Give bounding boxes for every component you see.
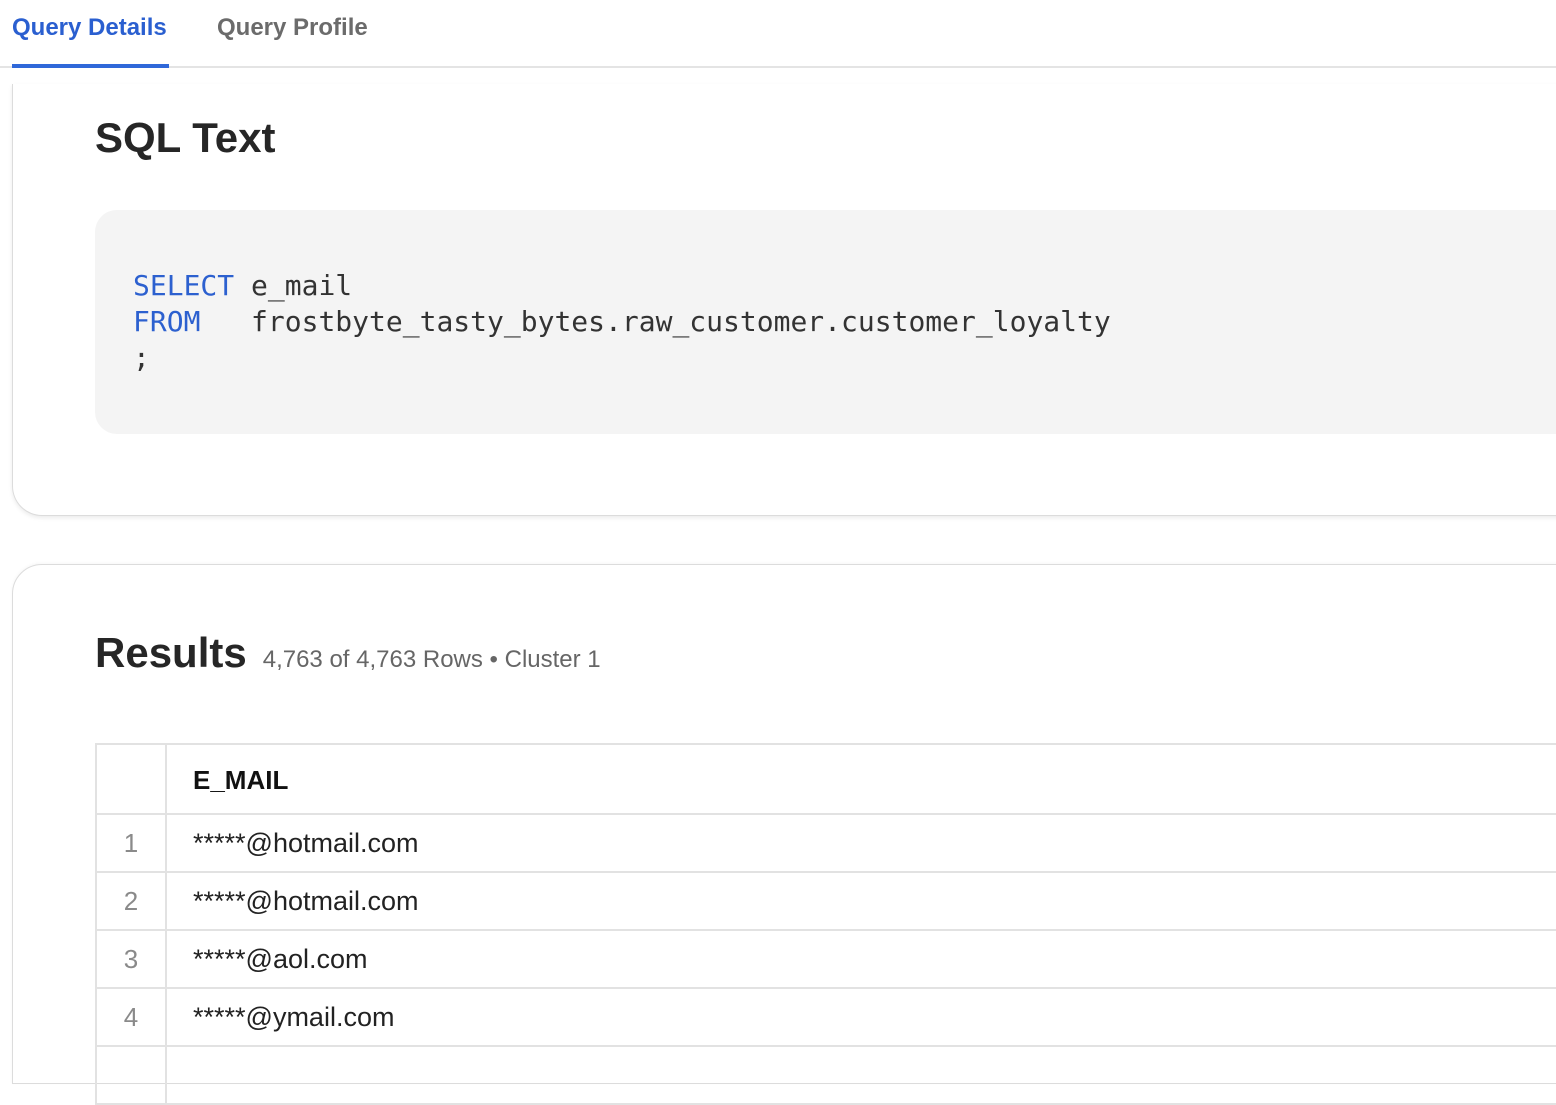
cell-e-mail[interactable]: *****@ymail.com xyxy=(193,989,394,1045)
row-index: 1 xyxy=(97,815,167,871)
sql-code-text: ; xyxy=(133,341,150,374)
results-row-count: 4,763 of 4,763 Rows • Cluster 1 xyxy=(262,646,601,673)
row-index: 4 xyxy=(97,989,167,1045)
tab-query-details[interactable]: Query Details xyxy=(12,0,169,68)
row-index: 2 xyxy=(97,873,167,929)
row-index: 3 xyxy=(97,931,167,987)
results-table: E_MAIL 1 *****@hotmail.com 2 *****@hotma… xyxy=(95,743,1556,1105)
row-index-header xyxy=(97,745,167,813)
cell-e-mail[interactable]: *****@aol.com xyxy=(193,931,368,987)
tab-bar: Query Details Query Profile xyxy=(0,0,1556,68)
sql-text-title: SQL Text xyxy=(95,114,276,161)
results-card: Results 4,763 of 4,763 Rows • Cluster 1 … xyxy=(12,564,1556,1105)
table-row[interactable] xyxy=(97,1047,1556,1105)
table-row[interactable]: 4 *****@ymail.com xyxy=(97,989,1556,1047)
sql-code-text: e_mail xyxy=(234,269,353,302)
column-header-e-mail[interactable]: E_MAIL xyxy=(193,745,288,813)
sql-code-block[interactable]: SELECT e_mail FROM frostbyte_tasty_bytes… xyxy=(95,210,1556,434)
table-row[interactable]: 1 *****@hotmail.com xyxy=(97,815,1556,873)
sql-keyword: SELECT xyxy=(133,269,235,302)
code-line: FROM frostbyte_tasty_bytes.raw_customer.… xyxy=(133,304,1556,340)
sql-keyword: FROM xyxy=(133,305,201,338)
sql-code-text: frostbyte_tasty_bytes.raw_customer.custo… xyxy=(200,305,1111,338)
code-line: ; xyxy=(133,340,1556,376)
table-row[interactable]: 2 *****@hotmail.com xyxy=(97,873,1556,931)
tab-query-profile[interactable]: Query Profile xyxy=(217,0,368,68)
row-index xyxy=(97,1047,167,1103)
cell-e-mail[interactable]: *****@hotmail.com xyxy=(193,873,419,929)
table-header-row: E_MAIL xyxy=(97,745,1556,815)
results-title: Results xyxy=(95,629,247,676)
table-row[interactable]: 3 *****@aol.com xyxy=(97,931,1556,989)
cell-e-mail[interactable]: *****@hotmail.com xyxy=(193,815,419,871)
code-line: SELECT e_mail xyxy=(133,268,1556,304)
sql-text-card: SQL Text SELECT e_mail FROM frostbyte_ta… xyxy=(12,84,1556,516)
results-header: Results 4,763 of 4,763 Rows • Cluster 1 xyxy=(95,629,601,679)
